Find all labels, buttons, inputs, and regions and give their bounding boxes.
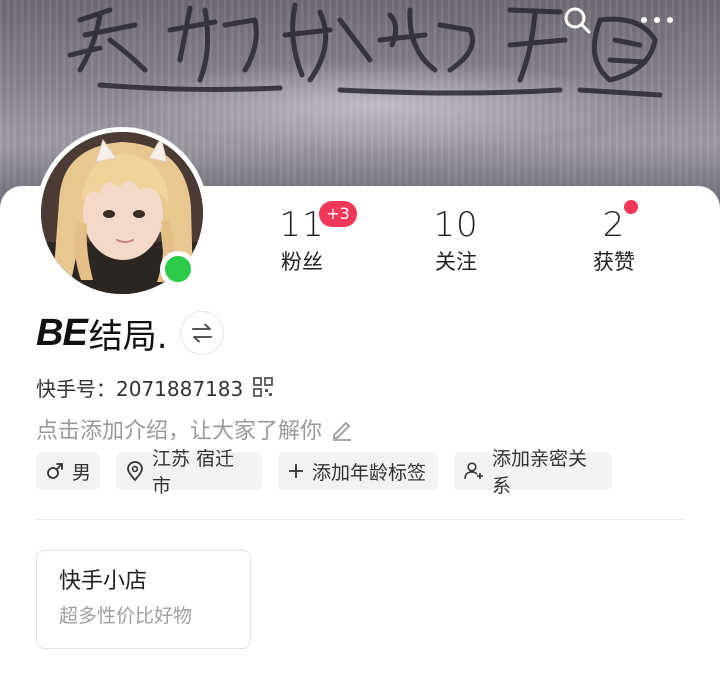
- add-age-tag[interactable]: 添加年龄标签: [278, 452, 438, 490]
- add-relation-label: 添加亲密关系: [492, 448, 588, 497]
- intro-row[interactable]: 点击添加介绍，让大家了解你: [36, 413, 354, 445]
- search-icon: [564, 7, 591, 34]
- likes-count: 2: [602, 205, 626, 245]
- profile-name-prefix: BE: [36, 311, 88, 354]
- add-age-label: 添加年龄标签: [312, 461, 427, 484]
- shop-title: 快手小店: [59, 569, 148, 594]
- male-icon: [46, 462, 64, 480]
- new-fans-badge: +3: [319, 201, 357, 227]
- stat-following[interactable]: 10 关注: [396, 205, 516, 275]
- location-label: 江苏 宿迁市: [152, 448, 235, 497]
- kuaishou-id: 快手号：2071887183: [36, 376, 244, 401]
- more-dots-icon: [641, 17, 673, 23]
- intro-placeholder: 点击添加介绍，让大家了解你: [36, 419, 323, 444]
- gender-tag[interactable]: 男: [36, 452, 100, 490]
- kuaishou-shop-card[interactable]: 快手小店 超多性价比好物: [36, 550, 251, 649]
- stat-likes[interactable]: 2 获赞: [554, 205, 674, 275]
- add-person-icon: [464, 462, 484, 480]
- switch-arrows-icon: [191, 323, 212, 343]
- plus-icon: [288, 463, 304, 479]
- add-relation-tag[interactable]: 添加亲密关系: [454, 448, 612, 497]
- following-label: 关注: [435, 250, 477, 274]
- kuaishou-id-row[interactable]: 快手号：2071887183: [36, 372, 274, 402]
- section-divider: [36, 519, 684, 520]
- profile-name-row: BE 结局.: [36, 308, 224, 358]
- likes-notification-dot: [624, 200, 638, 214]
- switch-account-button[interactable]: [179, 311, 224, 355]
- online-status-dot: [160, 251, 196, 287]
- edit-pencil-icon[interactable]: [330, 417, 354, 441]
- following-count: 10: [433, 205, 479, 245]
- shop-subtitle: 超多性价比好物: [59, 605, 193, 627]
- qr-code-icon[interactable]: [253, 377, 274, 397]
- location-tag[interactable]: 江苏 宿迁市: [116, 448, 262, 497]
- location-pin-icon: [126, 461, 144, 481]
- profile-name: 结局.: [88, 316, 168, 357]
- search-button[interactable]: [548, 2, 606, 38]
- fans-label: 粉丝: [281, 250, 323, 274]
- likes-label: 获赞: [593, 250, 635, 274]
- more-button[interactable]: [620, 2, 694, 38]
- gender-label: 男: [72, 461, 92, 484]
